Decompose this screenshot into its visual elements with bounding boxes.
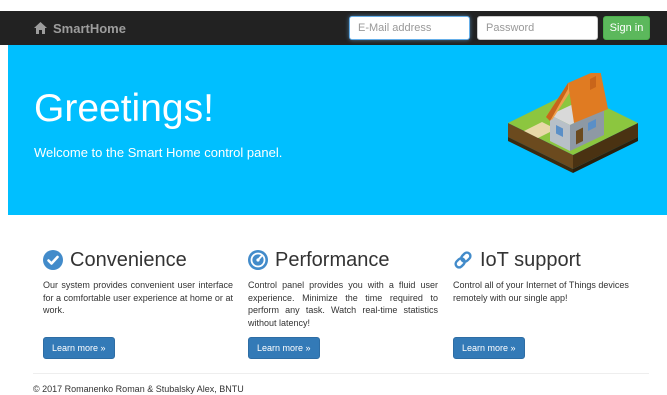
footer-copyright: © 2017 Romanenko Roman & Stubalsky Alex,… — [33, 384, 244, 394]
feature-title-row: Convenience — [43, 248, 233, 272]
feature-convenience: Convenience Our system provides convenie… — [43, 248, 233, 317]
feature-text: Control all of your Internet of Things d… — [453, 280, 629, 303]
feature-text: Control panel provides you with a fluid … — [248, 280, 438, 328]
home-icon — [34, 22, 47, 34]
hero-subtitle: Welcome to the Smart Home control panel. — [34, 145, 283, 160]
link-icon — [454, 251, 472, 269]
sign-in-button[interactable]: Sign in — [603, 16, 650, 40]
brand-link[interactable]: SmartHome — [34, 20, 126, 36]
feature-title-row: IoT support — [453, 248, 643, 272]
top-navbar: SmartHome Sign in — [0, 11, 667, 45]
learn-more-button-convenience[interactable]: Learn more » — [43, 337, 115, 359]
hero-jumbotron: Greetings! Welcome to the Smart Home con… — [8, 45, 667, 215]
brand-name: SmartHome — [53, 20, 126, 36]
feature-title: Convenience — [70, 248, 187, 271]
feature-title-row: Performance — [248, 248, 438, 272]
feature-title: Performance — [275, 248, 390, 271]
footer-divider — [33, 373, 649, 374]
email-input[interactable] — [349, 16, 470, 40]
feature-performance: Performance Control panel provides you w… — [248, 248, 438, 329]
learn-more-button-performance[interactable]: Learn more » — [248, 337, 320, 359]
feature-iot-support: IoT support Control all of your Internet… — [453, 248, 643, 304]
feature-text: Our system provides convenient user inte… — [43, 280, 233, 315]
hero-title: Greetings! — [34, 87, 214, 130]
learn-more-button-iot[interactable]: Learn more » — [453, 337, 525, 359]
feature-title: IoT support — [480, 248, 581, 271]
password-input[interactable] — [477, 16, 598, 40]
dashboard-icon — [248, 250, 268, 270]
house-illustration — [508, 73, 638, 173]
check-circle-icon — [43, 250, 63, 270]
